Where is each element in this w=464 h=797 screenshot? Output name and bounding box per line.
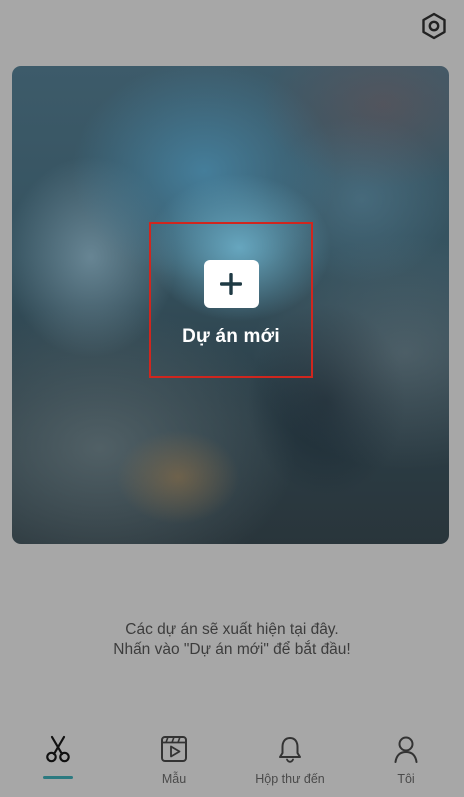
tab-inbox-label: Hộp thư đến — [255, 772, 325, 786]
template-play-icon — [159, 734, 189, 764]
empty-state-line-2: Nhấn vào "Dự án mới" để bắt đầu! — [113, 641, 351, 658]
active-tab-indicator — [43, 776, 73, 779]
plus-icon — [203, 260, 259, 308]
tab-me-label: Tôi — [397, 772, 415, 786]
bell-icon — [275, 734, 305, 764]
tab-me[interactable]: Tôi — [348, 728, 464, 797]
home-screen: Dự án mới Các dự án sẽ xuất hiện tại đây… — [0, 0, 464, 797]
empty-state-line-1: Các dự án sẽ xuất hiện tại đây. — [125, 621, 339, 638]
tab-templates[interactable]: Mẫu — [116, 728, 232, 797]
settings-button[interactable] — [418, 10, 450, 42]
tab-edit[interactable] — [0, 728, 116, 797]
new-project-button[interactable]: Dự án mới — [149, 222, 313, 378]
settings-hexagon-icon — [422, 12, 446, 40]
empty-state-message: Các dự án sẽ xuất hiện tại đây. Nhấn vào… — [0, 620, 464, 660]
scissors-icon — [43, 734, 73, 764]
new-project-label: Dự án mới — [182, 326, 280, 347]
bottom-tab-bar: Mẫu Hộp thư đến Tôi — [0, 728, 464, 797]
user-icon — [391, 734, 421, 764]
tab-templates-label: Mẫu — [161, 772, 187, 786]
hero-banner: Dự án mới — [12, 66, 449, 544]
tab-inbox[interactable]: Hộp thư đến — [232, 728, 348, 797]
